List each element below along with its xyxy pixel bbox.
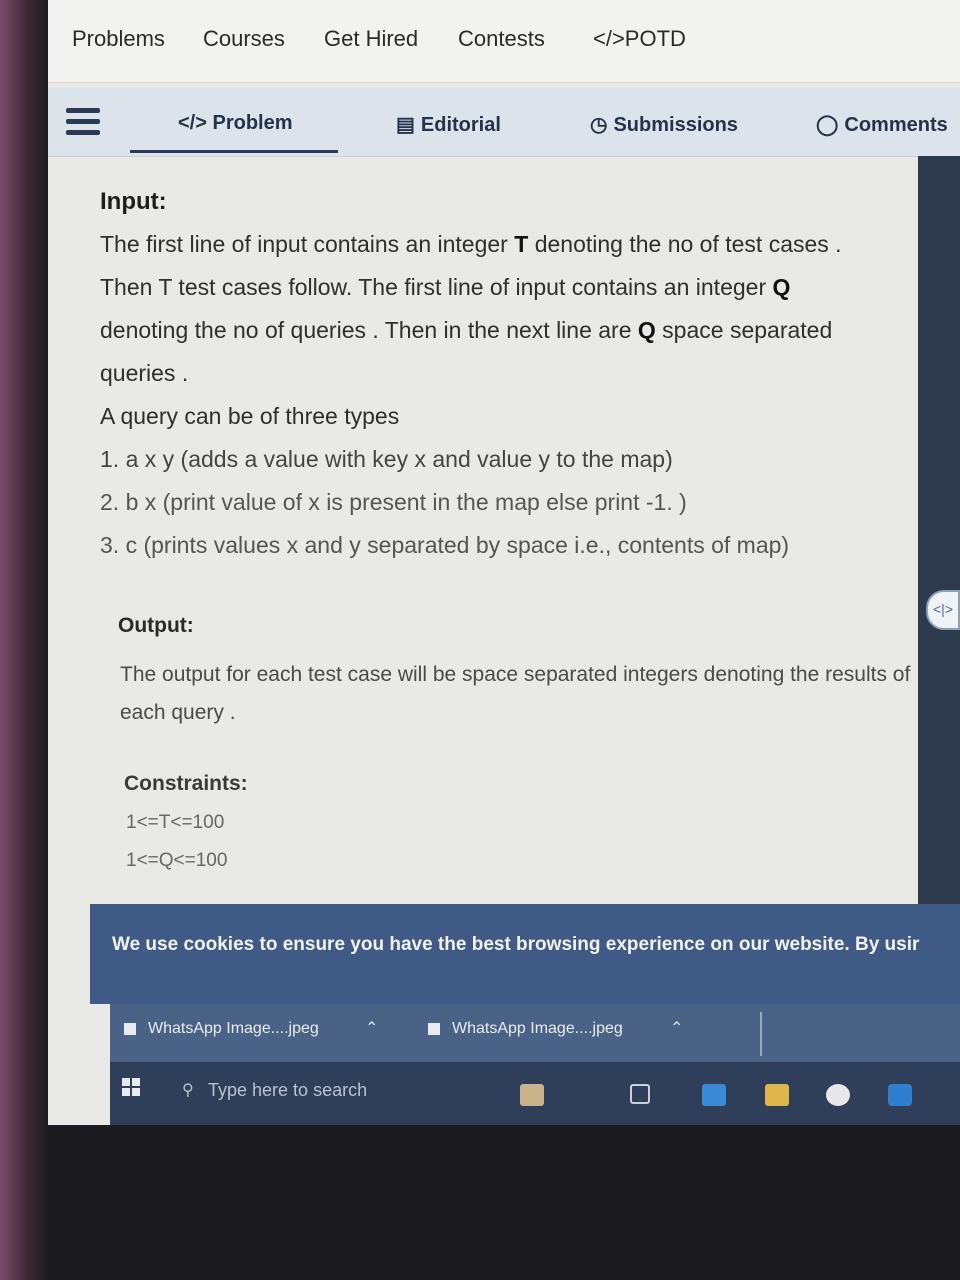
query-type-2: 2. b x (print value of x is present in t… [100,489,687,515]
input-para-line-2: Then T test cases follow. The first line… [100,266,950,309]
nav-get-hired[interactable]: Get Hired [324,26,418,52]
input-para-line-3: denoting the no of queries . Then in the… [100,309,950,352]
monitor-bezel [0,0,48,1280]
tab-editorial[interactable]: ▤ Editorial [396,112,501,137]
input-heading: Input: [100,188,167,215]
problem-tab-bar: </> Problem ▤ Editorial ◷ Submissions ◯ Com… [48,88,960,157]
tab-problem[interactable]: </> Problem [178,112,293,135]
chevron-up-icon[interactable]: ⌃ [365,1018,378,1038]
input-para-line-1: The first line of input contains an inte… [100,223,950,266]
var-Q: Q [637,317,656,343]
problem-statement: Input: The first line of input contains … [100,180,950,567]
download-filename: WhatsApp Image....jpeg [148,1020,319,1037]
store-icon[interactable] [888,1084,912,1106]
chrome-icon[interactable] [826,1084,850,1106]
constraints-heading: Constraints: [124,772,248,795]
constraint-line: 1<=T<=100 [126,812,225,833]
divider [760,1012,762,1056]
browser-viewport: Problems Courses Get Hired Contests </>P… [48,0,960,1125]
cookie-banner: We use cookies to ensure you have the be… [90,904,960,1004]
panel-toggle-handle[interactable]: <|> [926,590,960,630]
text: Then T test cases follow. The first line… [100,274,773,300]
text: denoting the no of test cases . [528,231,842,257]
cookie-text: We use cookies to ensure you have the be… [112,934,920,955]
tab-comments[interactable]: ◯ Comments [816,112,948,137]
var-Q: Q [772,274,791,300]
query-type-1: 1. a x y (adds a value with key x and va… [100,446,673,472]
download-filename: WhatsApp Image....jpeg [452,1020,623,1037]
nav-contests[interactable]: Contests [458,26,545,52]
nav-courses[interactable]: Courses [203,26,285,52]
tab-editorial-label: Editorial [420,114,501,136]
nav-problems[interactable]: Problems [72,26,165,52]
search-icon: ⚲ [182,1082,194,1099]
nav-potd[interactable]: </>POTD [593,26,686,52]
search-placeholder: Type here to search [208,1080,368,1100]
file-icon [428,1022,440,1035]
cortana-icon[interactable] [520,1084,544,1106]
site-top-nav: Problems Courses Get Hired Contests </>P… [48,0,960,83]
file-explorer-icon[interactable] [765,1084,789,1106]
windows-start-icon[interactable] [122,1078,140,1096]
document-icon: ▤ [396,114,415,136]
tab-problem-label: </> Problem [178,112,293,134]
active-tab-indicator [130,150,338,153]
mail-icon[interactable] [702,1084,726,1106]
download-item[interactable]: WhatsApp Image....jpeg [124,1020,319,1038]
query-types-intro: A query can be of three types [100,403,400,429]
comment-icon: ◯ [816,114,839,136]
download-item[interactable]: WhatsApp Image....jpeg [428,1020,623,1038]
query-type-3: 3. c (prints values x and y separated by… [100,532,790,558]
tab-comments-label: Comments [844,114,948,136]
taskbar-search[interactable]: ⚲ Type here to search [172,1070,472,1112]
tab-submissions-label: Submissions [613,114,738,136]
menu-icon[interactable] [66,108,100,141]
var-T: T [514,231,529,257]
task-view-icon[interactable] [630,1084,650,1104]
windows-taskbar: ⚲ Type here to search [110,1062,960,1125]
text: space separated [655,317,833,343]
tab-submissions[interactable]: ◷ Submissions [590,112,738,137]
clock-icon: ◷ [590,114,608,136]
chevron-up-icon[interactable]: ⌃ [670,1018,683,1038]
text: The first line of input contains an inte… [100,231,515,257]
input-para-line-4: queries . [100,360,189,386]
constraint-line: 1<=Q<=100 [126,850,228,871]
output-heading: Output: [118,614,194,637]
output-text: The output for each test case will be sp… [120,663,911,724]
file-icon [124,1022,136,1035]
download-bar: WhatsApp Image....jpeg ⌃ WhatsApp Image.… [110,1004,960,1062]
text: denoting the no of queries . Then in the… [100,317,638,343]
